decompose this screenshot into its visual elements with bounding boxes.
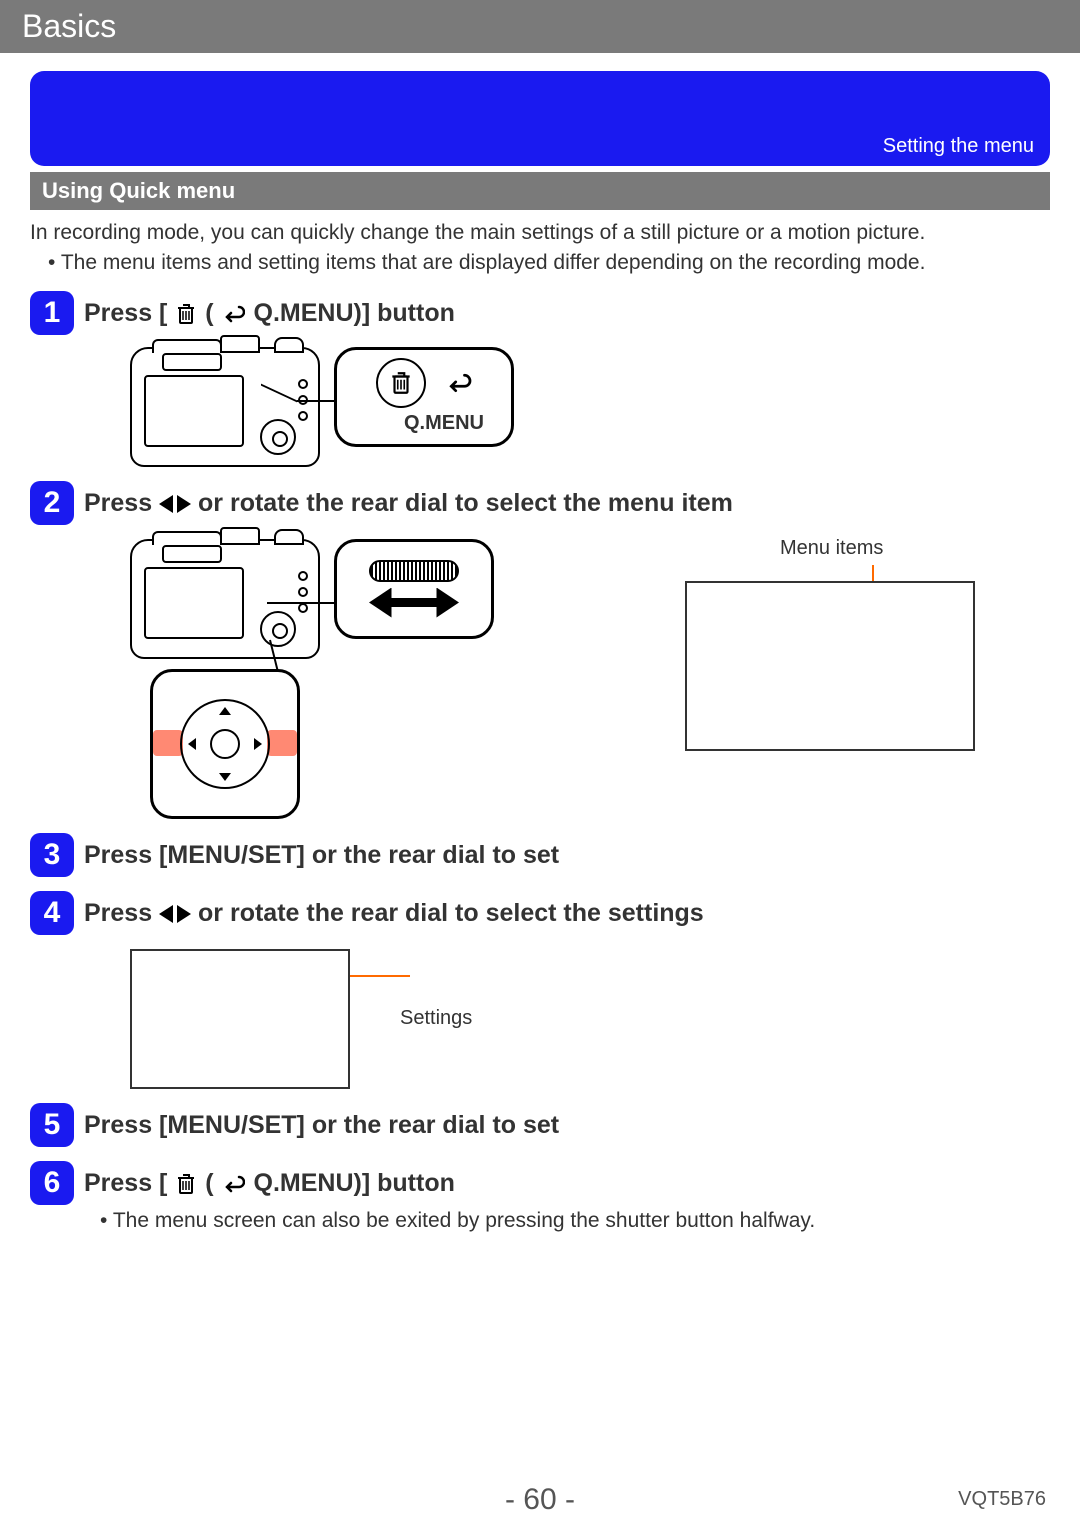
step-number-4: 4 bbox=[30, 891, 74, 935]
step-1-mid: ( bbox=[205, 299, 213, 327]
step-2-figure: Menu items bbox=[130, 539, 1050, 659]
highlight-right-icon bbox=[267, 730, 297, 756]
step-4-figure: Settings bbox=[130, 949, 1050, 1089]
bidirectional-arrow-icon bbox=[369, 588, 459, 618]
step-2-post: or rotate the rear dial to select the me… bbox=[198, 489, 733, 517]
step-3-title: Press [MENU/SET] or the rear dial to set bbox=[84, 833, 559, 872]
step-2-pre: Press bbox=[84, 489, 159, 517]
trash-button-icon bbox=[376, 358, 426, 408]
cursor-callout bbox=[150, 669, 300, 819]
return-icon bbox=[446, 372, 472, 394]
step-4: 4 Press or rotate the rear dial to selec… bbox=[30, 891, 1050, 935]
settings-screen-placeholder bbox=[130, 949, 350, 1089]
dial-knurl-icon bbox=[369, 560, 459, 582]
step-1: 1 Press [ ( Q.MENU)] button bbox=[30, 291, 1050, 335]
header-title: Basics bbox=[22, 8, 116, 44]
return-icon bbox=[223, 1174, 245, 1194]
step-1-pre: Press [ bbox=[84, 299, 167, 327]
step-4-post: or rotate the rear dial to select the se… bbox=[198, 899, 704, 927]
highlight-left-icon bbox=[153, 730, 183, 756]
section-banner: Setting the menu bbox=[30, 71, 1050, 166]
step-4-pre: Press bbox=[84, 899, 159, 927]
dpad-icon bbox=[180, 699, 270, 789]
step-6-mid: ( bbox=[205, 1169, 213, 1197]
right-arrow-icon bbox=[177, 495, 191, 513]
trash-icon bbox=[176, 302, 196, 326]
step-number-3: 3 bbox=[30, 833, 74, 877]
camera-illustration bbox=[130, 539, 320, 659]
page-number: - 60 - bbox=[0, 1483, 1080, 1517]
step-2-title: Press or rotate the rear dial to select … bbox=[84, 481, 733, 520]
qmenu-callout: Q.MENU bbox=[334, 347, 514, 447]
intro-bullet: The menu items and setting items that ar… bbox=[48, 250, 1050, 276]
step-6-pre: Press [ bbox=[84, 1169, 167, 1197]
step-4-title: Press or rotate the rear dial to select … bbox=[84, 891, 704, 930]
step-6-title: Press [ ( Q.MENU)] button bbox=[84, 1161, 455, 1200]
step-1-title: Press [ ( Q.MENU)] button bbox=[84, 291, 455, 330]
right-arrow-icon bbox=[177, 905, 191, 923]
left-arrow-icon bbox=[159, 495, 173, 513]
step-6-post: Q.MENU)] button bbox=[254, 1169, 455, 1197]
sub-heading-bar: Using Quick menu bbox=[30, 172, 1050, 210]
step-1-post: Q.MENU)] button bbox=[254, 299, 455, 327]
step-6: 6 Press [ ( Q.MENU)] button bbox=[30, 1161, 1050, 1205]
sub-heading: Using Quick menu bbox=[42, 178, 235, 203]
page-content: Setting the menu Using Quick menu In rec… bbox=[0, 53, 1080, 1233]
left-arrow-icon bbox=[159, 905, 173, 923]
trash-icon bbox=[176, 1172, 196, 1196]
step-number-2: 2 bbox=[30, 481, 74, 525]
intro-text: In recording mode, you can quickly chang… bbox=[30, 220, 1050, 246]
step-1-figure: Q.MENU bbox=[130, 347, 1050, 467]
step-6-note: The menu screen can also be exited by pr… bbox=[100, 1209, 1050, 1233]
step-number-6: 6 bbox=[30, 1161, 74, 1205]
settings-label: Settings bbox=[400, 1007, 472, 1030]
callout-line-icon bbox=[350, 975, 410, 977]
document-code: VQT5B76 bbox=[958, 1488, 1046, 1511]
menu-items-label: Menu items bbox=[780, 537, 883, 560]
step-3: 3 Press [MENU/SET] or the rear dial to s… bbox=[30, 833, 1050, 877]
step-number-5: 5 bbox=[30, 1103, 74, 1147]
banner-subtitle: Setting the menu bbox=[883, 135, 1034, 158]
qmenu-label: Q.MENU bbox=[404, 412, 484, 435]
header-bar: Basics bbox=[0, 0, 1080, 53]
step-5: 5 Press [MENU/SET] or the rear dial to s… bbox=[30, 1103, 1050, 1147]
menu-screen-placeholder bbox=[685, 581, 975, 751]
return-icon bbox=[223, 304, 245, 324]
rear-dial-callout bbox=[334, 539, 494, 639]
step-2: 2 Press or rotate the rear dial to selec… bbox=[30, 481, 1050, 525]
step-number-1: 1 bbox=[30, 291, 74, 335]
step-5-title: Press [MENU/SET] or the rear dial to set bbox=[84, 1103, 559, 1142]
